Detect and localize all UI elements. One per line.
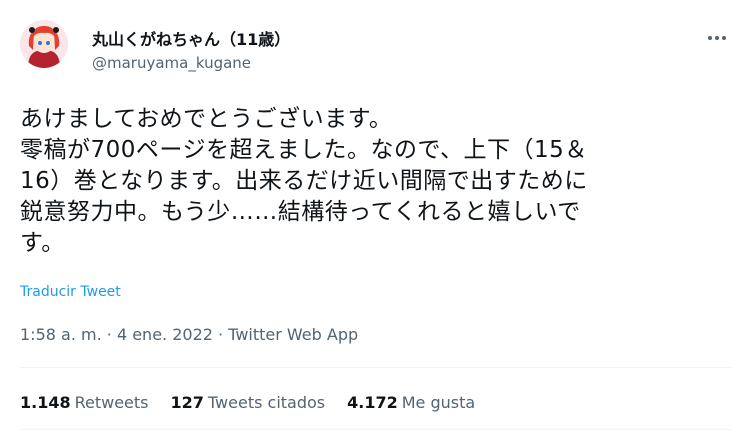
more-dots-icon[interactable] (703, 28, 731, 48)
dot (722, 36, 726, 40)
translate-link[interactable]: Traducir Tweet (20, 284, 121, 300)
retweets-count: 1.148 (20, 393, 71, 412)
tweet-stats: 1.148 Retweets 127 Tweets citados 4.172 Me … (20, 393, 475, 412)
tweet-card: 丸山くがねちゃん（11歳） @maruyama_kugane あけましておめでと… (0, 0, 751, 430)
likes-label: Me gusta (401, 393, 476, 412)
retweets-label: Retweets (74, 393, 149, 412)
likes-count: 4.172 (347, 393, 398, 412)
tweet-meta: 1:58 a. m. · 4 ene. 2022 · Twitter Web A… (20, 325, 358, 344)
author-block: 丸山くがねちゃん（11歳） @maruyama_kugane (92, 30, 290, 73)
user-handle[interactable]: @maruyama_kugane (92, 53, 290, 73)
display-name[interactable]: 丸山くがねちゃん（11歳） (92, 30, 290, 50)
tweet-source[interactable]: Twitter Web App (228, 325, 358, 344)
avatar[interactable] (20, 20, 68, 68)
quotes-stat[interactable]: 127 Tweets citados (171, 393, 326, 412)
meta-separator: · (101, 325, 117, 344)
likes-stat[interactable]: 4.172 Me gusta (347, 393, 475, 412)
tweet-text: あけましておめでとうございます。 零稿が700ページを超えました。なので、上下（… (20, 106, 588, 256)
quotes-count: 127 (170, 393, 204, 412)
quotes-label: Tweets citados (207, 393, 326, 412)
tweet-date[interactable]: 4 ene. 2022 (117, 325, 213, 344)
meta-separator: · (212, 325, 229, 344)
divider (20, 367, 731, 368)
retweets-stat[interactable]: 1.148 Retweets (20, 393, 149, 412)
dot (715, 36, 719, 40)
avatar-image (20, 20, 68, 68)
tweet-time[interactable]: 1:58 a. m. (20, 325, 102, 344)
dot (708, 36, 712, 40)
